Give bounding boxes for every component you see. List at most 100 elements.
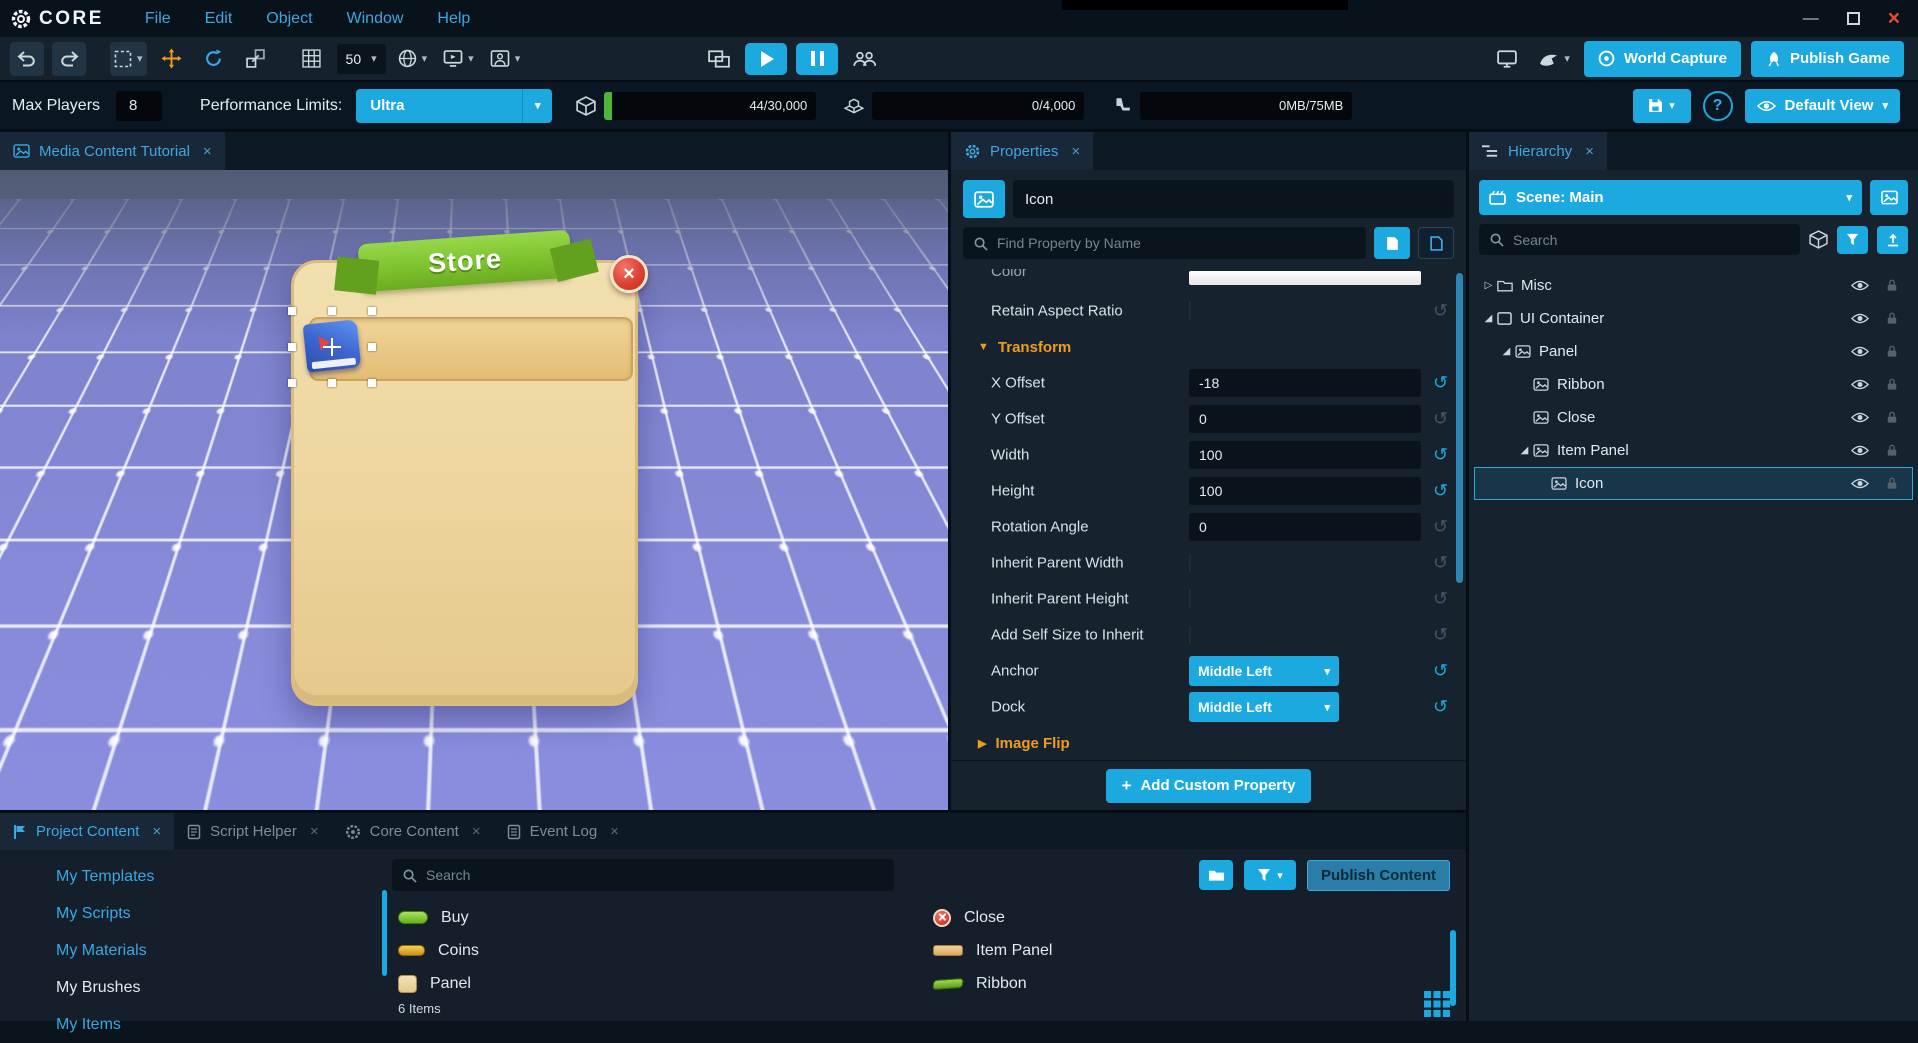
node-misc[interactable]: ▷ Misc bbox=[1474, 269, 1913, 302]
visibility-eye-icon[interactable] bbox=[1851, 279, 1869, 292]
expander-expanded-icon[interactable]: ◢ bbox=[1480, 313, 1497, 324]
filter-dropdown-button[interactable]: ▾ bbox=[1244, 860, 1296, 890]
tab-script-helper[interactable]: Script Helper × bbox=[174, 813, 331, 850]
selection-handle[interactable] bbox=[288, 307, 296, 315]
scene-3d-view[interactable]: Store × Z bbox=[0, 170, 948, 810]
paste-properties-button[interactable] bbox=[1418, 227, 1454, 259]
selection-handle[interactable] bbox=[368, 307, 376, 315]
move-tool-button[interactable] bbox=[155, 42, 189, 76]
selection-handle[interactable] bbox=[368, 343, 376, 351]
properties-scrollbar[interactable] bbox=[1456, 273, 1463, 583]
retain-aspect-ratio-checkbox[interactable] bbox=[1189, 301, 1191, 320]
perf-pelican-dropdown[interactable]: ▾ bbox=[1534, 42, 1574, 76]
selected-icon-gizmo[interactable] bbox=[288, 307, 376, 387]
visibility-eye-icon[interactable] bbox=[1851, 411, 1869, 424]
y-offset-input[interactable] bbox=[1189, 405, 1421, 433]
asset-close[interactable]: Close bbox=[927, 901, 1462, 934]
copy-properties-button[interactable] bbox=[1374, 227, 1410, 259]
section-transform[interactable]: ▼ Transform bbox=[951, 329, 1466, 365]
reset-icon[interactable]: ↺ bbox=[1433, 373, 1448, 394]
height-input[interactable] bbox=[1189, 477, 1421, 505]
reset-icon[interactable]: ↺ bbox=[1433, 409, 1448, 430]
visibility-eye-icon[interactable] bbox=[1851, 444, 1869, 457]
hierarchy-filter-button[interactable] bbox=[1837, 225, 1868, 254]
lock-icon[interactable] bbox=[1886, 410, 1898, 425]
content-search[interactable] bbox=[392, 859, 894, 891]
selection-handle[interactable] bbox=[288, 343, 296, 351]
content-search-input[interactable] bbox=[426, 867, 884, 883]
add-custom-property-button[interactable]: + Add Custom Property bbox=[1105, 768, 1312, 803]
window-close-icon[interactable]: × bbox=[1888, 8, 1900, 29]
rotation-angle-input[interactable] bbox=[1189, 513, 1421, 541]
redo-button[interactable] bbox=[52, 41, 86, 76]
expander-expanded-icon[interactable]: ◢ bbox=[1498, 346, 1515, 357]
play-button[interactable] bbox=[745, 42, 788, 75]
visibility-eye-icon[interactable] bbox=[1851, 477, 1869, 490]
publish-content-button[interactable]: Publish Content bbox=[1307, 859, 1450, 891]
frame-object-icon[interactable] bbox=[1809, 230, 1828, 249]
lock-icon[interactable] bbox=[1886, 278, 1898, 293]
publish-game-button[interactable]: Publish Game bbox=[1750, 40, 1904, 77]
width-input[interactable] bbox=[1189, 441, 1421, 469]
max-players-value[interactable]: 8 bbox=[116, 90, 163, 121]
node-ui-container[interactable]: ◢ UI Container bbox=[1474, 302, 1913, 335]
expander-collapsed-icon[interactable]: ▷ bbox=[1480, 280, 1497, 291]
lock-icon[interactable] bbox=[1886, 476, 1898, 491]
menu-file[interactable]: File bbox=[128, 0, 188, 37]
section-image-flip[interactable]: ▶ Image Flip bbox=[951, 725, 1466, 760]
menu-window[interactable]: Window bbox=[330, 0, 421, 37]
sidebar-item-my-brushes[interactable]: My Brushes bbox=[0, 969, 382, 1006]
expander-expanded-icon[interactable]: ◢ bbox=[1516, 445, 1533, 456]
selection-handle[interactable] bbox=[328, 379, 336, 387]
reset-icon[interactable]: ↺ bbox=[1433, 661, 1448, 682]
grid-view-toggle[interactable] bbox=[1424, 991, 1450, 1017]
sidebar-item-my-items[interactable]: My Items bbox=[0, 1006, 382, 1043]
asset-panel[interactable]: Panel bbox=[392, 967, 927, 1000]
undo-button[interactable] bbox=[10, 41, 44, 76]
lock-icon[interactable] bbox=[1886, 443, 1898, 458]
hierarchy-search[interactable] bbox=[1479, 224, 1800, 255]
scale-tool-button[interactable] bbox=[239, 42, 273, 76]
tab-event-log[interactable]: Event Log × bbox=[494, 813, 632, 850]
reset-icon[interactable]: ↺ bbox=[1433, 517, 1448, 538]
screen-mode-dropdown[interactable]: ▾ bbox=[439, 42, 478, 76]
store-ui-panel[interactable]: Store × bbox=[288, 229, 648, 706]
lock-icon[interactable] bbox=[1886, 344, 1898, 359]
reset-icon[interactable]: ↺ bbox=[1433, 625, 1448, 646]
menu-help[interactable]: Help bbox=[420, 0, 487, 37]
reset-icon[interactable]: ↺ bbox=[1433, 481, 1448, 502]
reset-icon[interactable]: ↺ bbox=[1433, 301, 1448, 322]
inherit-parent-height-checkbox[interactable] bbox=[1189, 589, 1191, 608]
tab-close-icon[interactable]: × bbox=[1071, 143, 1080, 160]
properties-list[interactable]: Color Retain Aspect Ratio ↺ ▼ Transform bbox=[951, 267, 1466, 760]
visibility-eye-icon[interactable] bbox=[1851, 312, 1869, 325]
lock-icon[interactable] bbox=[1886, 311, 1898, 326]
inherit-parent-width-checkbox[interactable] bbox=[1189, 553, 1191, 572]
reset-icon[interactable]: ↺ bbox=[1433, 553, 1448, 574]
store-close-button[interactable]: × bbox=[610, 255, 648, 293]
pause-button[interactable] bbox=[796, 42, 839, 75]
find-property-search[interactable] bbox=[963, 227, 1366, 259]
content-scrollbar[interactable] bbox=[1450, 930, 1456, 1006]
reset-icon[interactable]: ↺ bbox=[1433, 697, 1448, 718]
default-view-dropdown[interactable]: Default View ▾ bbox=[1744, 88, 1900, 123]
sidebar-item-my-scripts[interactable]: My Scripts bbox=[0, 895, 382, 932]
menu-edit[interactable]: Edit bbox=[188, 0, 250, 37]
node-item-panel[interactable]: ◢ Item Panel bbox=[1474, 434, 1913, 467]
multiplayer-preview-button[interactable] bbox=[847, 42, 881, 76]
node-close[interactable]: Close bbox=[1474, 401, 1913, 434]
lock-icon[interactable] bbox=[1886, 377, 1898, 392]
tab-close-icon[interactable]: × bbox=[1585, 143, 1594, 160]
tab-hierarchy[interactable]: Hierarchy × bbox=[1469, 132, 1607, 170]
tab-close-icon[interactable]: × bbox=[152, 823, 161, 840]
camera-mode-dropd own[interactable]: ▾ bbox=[486, 42, 525, 76]
visibility-eye-icon[interactable] bbox=[1851, 345, 1869, 358]
grid-snap-button[interactable] bbox=[295, 42, 329, 76]
new-folder-button[interactable] bbox=[1199, 860, 1233, 890]
snap-value-dropdown[interactable]: 50 ▾ bbox=[336, 43, 386, 74]
minimize-icon[interactable]: — bbox=[1803, 10, 1819, 26]
save-dropdown-button[interactable]: ▾ bbox=[1632, 88, 1691, 123]
selection-handle[interactable] bbox=[288, 379, 296, 387]
rotate-tool-button[interactable] bbox=[197, 42, 231, 76]
tab-close-icon[interactable]: × bbox=[310, 823, 319, 840]
